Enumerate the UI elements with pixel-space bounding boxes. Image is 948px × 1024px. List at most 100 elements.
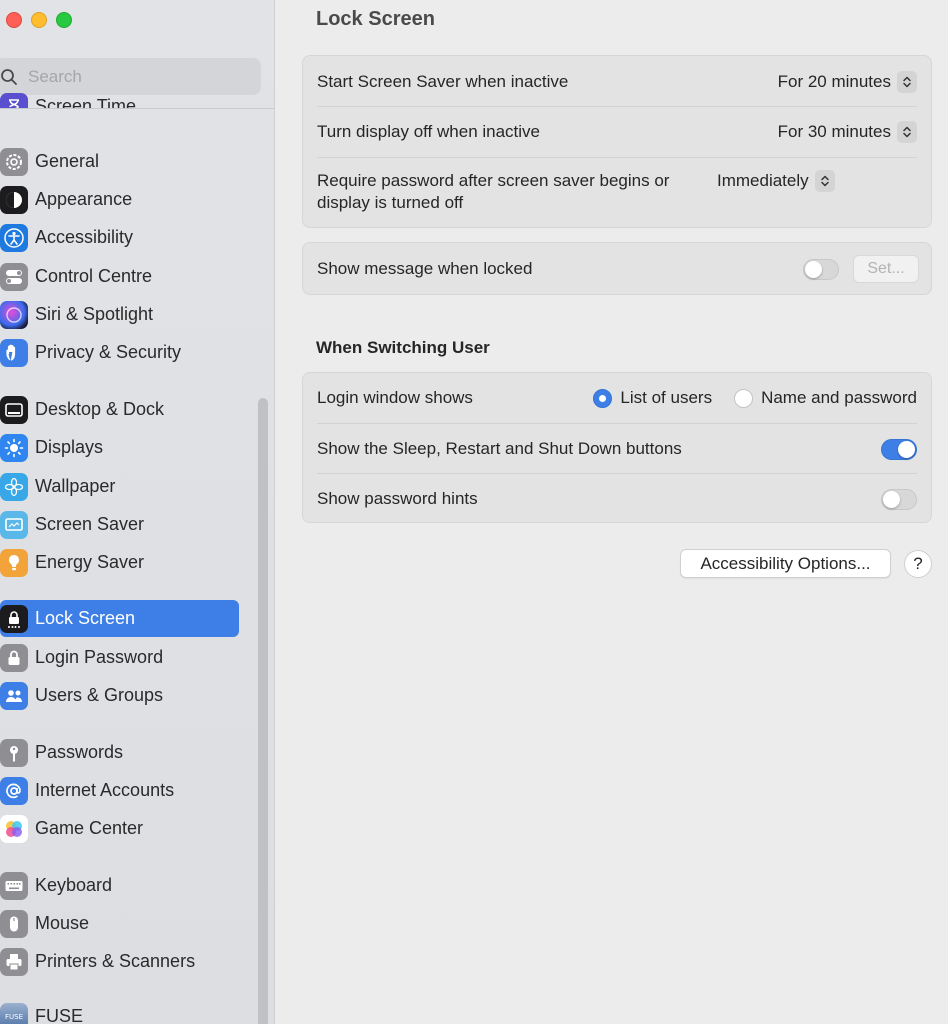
sidebar-item-label: Game Center (35, 818, 144, 838)
setting-label: Login window shows (317, 388, 473, 407)
sidebar-item-label: Login Password (35, 647, 164, 667)
users-icon (0, 681, 28, 710)
sidebar-item-label: Desktop & Dock (35, 399, 165, 419)
sidebar-divider (0, 108, 274, 109)
control-centre-icon (0, 262, 28, 291)
setting-row-display-off: Turn display off when inactive For 30 mi… (317, 118, 917, 146)
screen-saver-delay-popup[interactable]: For 20 minutes (778, 71, 917, 93)
radio-list-of-users[interactable]: List of users (593, 388, 712, 408)
mouse-icon (0, 909, 28, 938)
sidebar-item-label: Energy Saver (35, 552, 145, 572)
minimize-window-button[interactable] (31, 12, 47, 28)
radio-name-and-password[interactable]: Name and password (734, 388, 917, 408)
sidebar-scrollbar[interactable] (258, 398, 268, 1024)
sidebar-item-label: Control Centre (35, 266, 153, 286)
setting-row-show-message: Show message when locked Set... (317, 255, 919, 283)
sidebar-item-appearance[interactable]: Appearance (0, 181, 239, 218)
popup-value: Immediately (717, 171, 809, 190)
setting-row-login-window: Login window shows List of users Name an… (317, 384, 917, 412)
sidebar-item-keyboard[interactable]: Keyboard (0, 867, 239, 904)
printer-icon (0, 947, 28, 976)
sidebar-item-wallpaper[interactable]: Wallpaper (0, 468, 239, 505)
sidebar-item-general[interactable]: General (0, 143, 239, 180)
radio-button (734, 388, 754, 408)
toggle-knob (898, 440, 915, 458)
show-message-toggle[interactable] (803, 258, 839, 280)
sidebar-item-label: Wallpaper (35, 476, 116, 496)
sidebar-item-label: Users & Groups (35, 685, 164, 705)
sidebar-item-internet-accounts[interactable]: Internet Accounts (0, 772, 239, 809)
zoom-window-button[interactable] (56, 12, 72, 28)
display-off-delay-popup[interactable]: For 30 minutes (778, 121, 917, 143)
setting-label: Start Screen Saver when inactive (317, 72, 569, 91)
game-center-icon (0, 814, 28, 843)
settings-group-timing: Start Screen Saver when inactive For 20 … (302, 55, 932, 228)
sidebar-item-desktop-dock[interactable]: Desktop & Dock (0, 391, 239, 428)
search-icon (1, 68, 17, 85)
set-message-button[interactable]: Set... (853, 255, 919, 283)
sidebar-item-label: Appearance (35, 189, 133, 209)
accessibility-icon (0, 223, 28, 252)
sidebar-item-passwords[interactable]: Passwords (0, 734, 239, 771)
sidebar: Search Screen Time General Appearance Ac… (0, 0, 275, 1024)
keyboard-icon (0, 871, 28, 900)
sidebar-item-users-groups[interactable]: Users & Groups (0, 677, 239, 714)
sidebar-item-label: Printers & Scanners (35, 951, 196, 971)
sidebar-item-label: Privacy & Security (35, 342, 182, 362)
settings-group-message: Show message when locked Set... (302, 242, 932, 295)
row-divider (317, 106, 917, 107)
row-divider (317, 423, 917, 424)
popup-value: For 30 minutes (777, 122, 891, 141)
flower-icon (0, 472, 28, 501)
sidebar-item-displays[interactable]: Displays (0, 429, 239, 466)
section-title-switching-user: When Switching User (316, 338, 490, 357)
sidebar-item-mouse[interactable]: Mouse (0, 905, 239, 942)
sidebar-item-printers-scanners[interactable]: Printers & Scanners (0, 943, 239, 980)
sidebar-item-label: Accessibility (35, 227, 134, 247)
accessibility-options-button[interactable]: Accessibility Options... (680, 549, 891, 578)
popup-value: For 20 minutes (777, 72, 891, 91)
sidebar-item-lock-screen[interactable]: Lock Screen (0, 600, 239, 637)
setting-label: Show password hints (317, 489, 478, 508)
settings-group-switching-user: Login window shows List of users Name an… (302, 372, 932, 523)
sleep-buttons-toggle[interactable] (881, 438, 917, 460)
window-controls (6, 12, 72, 28)
password-hints-toggle[interactable] (881, 488, 917, 510)
chevron-updown-icon (897, 71, 917, 93)
toggle-knob (883, 490, 900, 508)
search-input[interactable]: Search (0, 58, 261, 95)
row-divider (317, 157, 917, 158)
close-window-button[interactable] (6, 12, 22, 28)
help-button[interactable]: ? (904, 550, 932, 578)
toggle-knob (805, 260, 822, 278)
sidebar-item-label: Lock Screen (35, 608, 136, 628)
sidebar-item-privacy-security[interactable]: Privacy & Security (0, 334, 239, 371)
setting-row-password-hints: Show password hints (317, 485, 917, 513)
sidebar-item-fuse[interactable]: FUSE FUSE (0, 998, 239, 1024)
sidebar-item-control-centre[interactable]: Control Centre (0, 258, 239, 295)
sidebar-item-game-center[interactable]: Game Center (0, 810, 239, 847)
sidebar-item-label: Internet Accounts (35, 780, 175, 800)
sidebar-item-login-password[interactable]: Login Password (0, 639, 239, 676)
sidebar-item-label: FUSE (35, 1006, 84, 1024)
sidebar-item-screen-saver[interactable]: Screen Saver (0, 506, 239, 543)
sidebar-item-label: Screen Saver (35, 514, 145, 534)
sidebar-item-siri-spotlight[interactable]: Siri & Spotlight (0, 296, 239, 333)
setting-row-sleep-buttons: Show the Sleep, Restart and Shut Down bu… (317, 435, 917, 463)
require-password-popup[interactable]: Immediately (717, 170, 835, 192)
fuse-icon-badge: FUSE (4, 1012, 24, 1021)
sidebar-item-screen-time[interactable]: Screen Time (0, 92, 239, 108)
sidebar-item-label: Screen Time (35, 96, 137, 108)
sidebar-item-label: Passwords (35, 742, 124, 762)
sidebar-item-accessibility[interactable]: Accessibility (0, 219, 239, 256)
gear-icon (0, 147, 28, 176)
lock-icon (0, 643, 28, 672)
sidebar-item-energy-saver[interactable]: Energy Saver (0, 544, 239, 581)
setting-label: Require password after screen saver begi… (317, 171, 670, 212)
radio-button-selected (593, 388, 613, 408)
hand-icon (0, 338, 28, 367)
setting-label: Show the Sleep, Restart and Shut Down bu… (317, 439, 682, 458)
chevron-updown-icon (897, 121, 917, 143)
fuse-icon: FUSE (0, 1002, 28, 1024)
setting-row-require-password: Require password after screen saver begi… (317, 170, 917, 218)
